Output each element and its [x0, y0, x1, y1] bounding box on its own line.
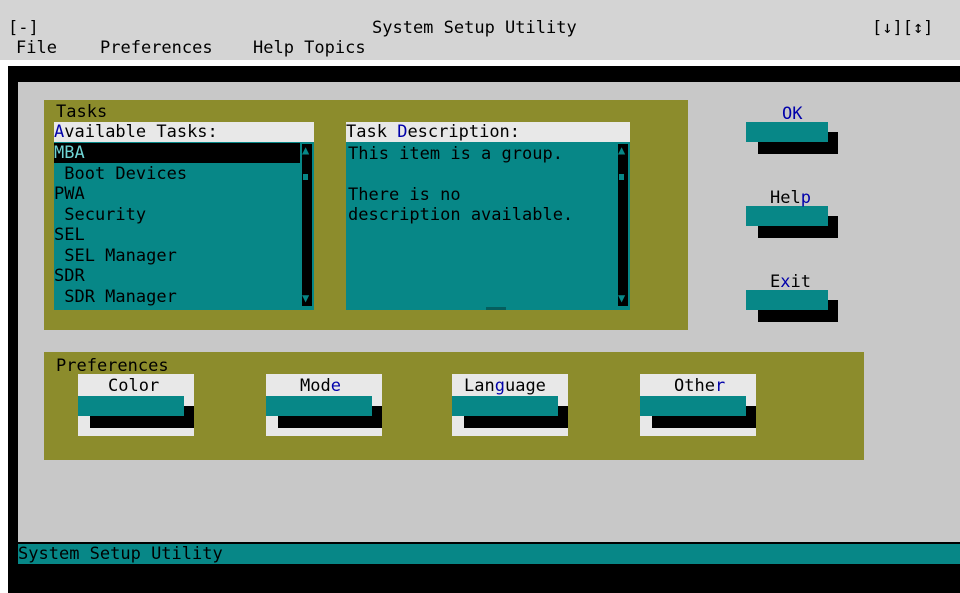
- task-description-label-prefix: Task: [346, 122, 398, 142]
- available-tasks-list[interactable]: MBA Boot Devices PWA Security SEL SEL Ma…: [54, 142, 314, 310]
- other-label: Othe: [674, 376, 715, 396]
- help-label: Hel: [770, 188, 801, 208]
- ok-button[interactable]: OK: [746, 104, 838, 154]
- task-description-hotkey: D: [397, 122, 408, 142]
- task-description-box: This item is a group. There is no descri…: [346, 142, 630, 310]
- exit-label-prefix: E: [770, 272, 781, 292]
- scroll-thumb[interactable]: [303, 174, 308, 180]
- description-scrollbar[interactable]: ▲ ▼: [618, 144, 628, 306]
- scroll-thumb[interactable]: [619, 174, 624, 180]
- ok-label: K: [792, 104, 803, 124]
- exit-button[interactable]: Exit: [746, 270, 838, 324]
- status-hotkey: S: [18, 544, 29, 564]
- other-button[interactable]: Other: [640, 374, 756, 436]
- available-tasks-header: Available Tasks:: [54, 122, 314, 142]
- scroll-up-icon[interactable]: ▲: [618, 144, 625, 156]
- help-hotkey: p: [800, 188, 811, 208]
- color-button[interactable]: Color: [78, 374, 194, 436]
- language-button[interactable]: Language: [452, 374, 568, 436]
- status-bar: System Setup Utility: [18, 544, 960, 564]
- control-menu-button[interactable]: [-]: [8, 18, 39, 38]
- help-button[interactable]: Help: [746, 186, 838, 240]
- exit-label: it: [790, 272, 811, 292]
- description-line: description available.: [348, 205, 574, 225]
- language-hotkey: g: [494, 376, 505, 396]
- list-item-mba[interactable]: MBA: [54, 143, 300, 163]
- list-item-sel[interactable]: SEL: [54, 225, 85, 245]
- task-description-label: escription:: [407, 122, 521, 142]
- list-item-sdr-manager[interactable]: SDR Manager: [54, 287, 177, 307]
- title-bar: [-] System Setup Utility [↓][↕] File Pre…: [0, 0, 960, 60]
- list-item-sel-manager[interactable]: SEL Manager: [54, 246, 177, 266]
- preferences-group-label: Preferences: [56, 356, 169, 376]
- ok-hotkey: O: [782, 104, 793, 124]
- mode-hotkey: e: [330, 376, 341, 396]
- list-item-security[interactable]: Security: [54, 205, 146, 225]
- color-hotkey: C: [108, 376, 119, 396]
- description-line: There is no: [348, 185, 461, 205]
- mode-label: Mod: [300, 376, 331, 396]
- language-label: uage: [504, 376, 546, 396]
- description-cursor: [486, 307, 506, 310]
- tasks-scrollbar[interactable]: ▲ ▼: [302, 144, 312, 306]
- list-item-boot-devices[interactable]: Boot Devices: [54, 164, 187, 184]
- exit-hotkey: x: [780, 272, 791, 292]
- menu-help-topics[interactable]: Help Topics: [253, 38, 366, 58]
- window-title: System Setup Utility: [372, 18, 577, 38]
- status-text: ystem Setup Utility: [28, 544, 223, 564]
- other-hotkey: r: [714, 376, 726, 396]
- mode-button[interactable]: Mode: [266, 374, 382, 436]
- menu-preferences[interactable]: Preferences: [100, 38, 213, 58]
- scroll-up-icon[interactable]: ▲: [302, 144, 309, 156]
- window-size-controls[interactable]: [↓][↕]: [872, 18, 933, 38]
- task-description-header: Task Description:: [346, 122, 630, 142]
- scroll-down-icon[interactable]: ▼: [618, 292, 625, 304]
- list-item-sdr[interactable]: SDR: [54, 266, 85, 286]
- menu-file[interactable]: File: [16, 38, 57, 58]
- tasks-group-label: Tasks: [56, 102, 108, 122]
- available-tasks-label: vailable Tasks:: [64, 122, 218, 142]
- scroll-down-icon[interactable]: ▼: [302, 292, 309, 304]
- description-line: This item is a group.: [348, 144, 563, 164]
- language-label-prefix: Lan: [464, 376, 495, 396]
- color-label: olor: [118, 376, 160, 396]
- available-tasks-hotkey: A: [54, 122, 65, 142]
- list-item-pwa[interactable]: PWA: [54, 184, 85, 204]
